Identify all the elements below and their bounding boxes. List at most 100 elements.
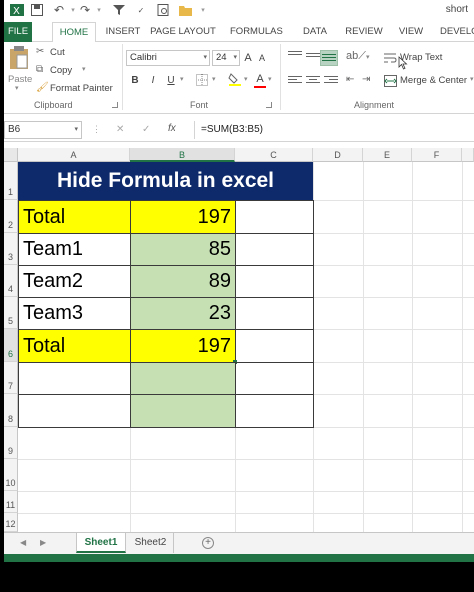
align-center-icon[interactable] [306,76,320,88]
bottom-align-button[interactable] [320,50,338,66]
tab-file[interactable]: FILE [4,22,32,42]
copy-dropdown-icon[interactable]: ▾ [82,65,86,73]
column-header-d[interactable]: D [313,148,363,162]
paste-dropdown-icon[interactable]: ▾ [15,84,19,92]
cell-b8[interactable] [130,394,236,428]
row-header-4[interactable]: 4 [4,265,18,297]
row-header-7[interactable]: 7 [4,362,18,394]
decrease-indent-icon[interactable]: ⇤ [346,74,354,85]
filter-icon[interactable] [112,3,126,17]
align-right-icon[interactable] [324,76,338,88]
enter-formula-icon[interactable]: ✓ [142,124,150,135]
column-header-e[interactable]: E [363,148,412,162]
merge-center-button[interactable]: Merge & Center [400,75,467,86]
cell-a6[interactable]: Total [18,329,131,363]
orientation-dropdown-icon[interactable]: ▾ [366,53,370,61]
orientation-icon[interactable]: ab⟋ [346,50,366,63]
column-header-g[interactable] [462,148,474,162]
cell-c7[interactable] [235,362,314,395]
tab-data[interactable]: DATA [300,22,330,42]
font-color-button[interactable]: A [254,71,266,88]
redo-icon[interactable]: ↷ [78,3,92,17]
tab-insert[interactable]: INSERT [104,22,142,42]
tab-page-layout[interactable]: PAGE LAYOUT [150,22,216,42]
underline-button[interactable]: U [164,73,178,89]
bold-button[interactable]: B [128,73,142,89]
font-name-box[interactable]: Calibri ▾ [126,50,210,66]
tab-formulas[interactable]: FORMULAS [230,22,283,42]
cell-a3[interactable]: Team1 [18,233,131,266]
copy-button[interactable]: Copy [50,65,72,76]
cell-a7[interactable] [18,362,131,395]
customize-qat-icon[interactable]: ▾ [196,3,210,17]
column-header-c[interactable]: C [235,148,313,162]
merge-center-dropdown-icon[interactable]: ▾ [470,75,474,83]
cut-button[interactable]: Cut [50,47,65,58]
font-size-box[interactable]: 24 ▾ [212,50,240,66]
cell-c5[interactable] [235,297,314,330]
sheet-title-cell[interactable]: Hide Formula in excel [18,162,313,200]
row-header-11[interactable]: 11 [4,491,18,513]
cell-c6[interactable] [235,329,314,363]
cell-a2[interactable]: Total [18,200,131,234]
row-header-8[interactable]: 8 [4,394,18,427]
row-header-12[interactable]: 12 [4,513,18,532]
cell-c4[interactable] [235,265,314,298]
redo-dropdown-icon[interactable]: ▾ [92,3,106,17]
cell-c2[interactable] [235,200,314,234]
row-header-5[interactable]: 5 [4,297,18,329]
row-header-3[interactable]: 3 [4,233,18,265]
cell-a5[interactable]: Team3 [18,297,131,330]
row-header-1[interactable]: 1 [4,162,18,200]
fill-color-icon[interactable] [228,72,242,89]
borders-icon[interactable] [196,74,208,89]
cell-c8[interactable] [235,394,314,428]
font-color-dropdown-icon[interactable]: ▾ [268,75,272,83]
spelling-icon[interactable]: ✓ [134,3,148,17]
save-icon[interactable] [30,3,44,17]
row-header-6[interactable]: 6 [4,329,18,362]
tab-view[interactable]: VIEW [398,22,424,42]
cell-a4[interactable]: Team2 [18,265,131,298]
cell-c3[interactable] [235,233,314,266]
format-painter-button[interactable]: Format Painter [50,83,113,94]
name-box[interactable]: B6 ▾ [4,121,82,139]
cell-b4[interactable]: 89 [130,265,236,298]
column-header-a[interactable]: A [18,148,130,162]
row-header-9[interactable]: 9 [4,427,18,459]
add-sheet-icon[interactable]: + [202,537,214,549]
increase-indent-icon[interactable]: ⇥ [362,74,370,85]
prev-sheet-icon[interactable]: ◀ [20,538,26,547]
cell-b2[interactable]: 197 [130,200,236,234]
sheet-tab-sheet2[interactable]: Sheet2 [128,533,174,553]
insert-function-icon[interactable]: fx [168,123,176,134]
cell-b3[interactable]: 85 [130,233,236,266]
tab-home[interactable]: HOME [52,22,96,43]
column-header-b[interactable]: B [130,148,235,162]
font-launcher-icon[interactable] [266,102,272,108]
cell-b5[interactable]: 23 [130,297,236,330]
align-left-icon[interactable] [288,76,302,88]
undo-icon[interactable]: ↶ [52,3,66,17]
fill-color-dropdown-icon[interactable]: ▾ [244,75,248,83]
font-size-dropdown-icon[interactable]: ▾ [233,51,237,65]
cell-b7[interactable] [130,362,236,395]
row-header-2[interactable]: 2 [4,200,18,233]
underline-dropdown-icon[interactable]: ▾ [180,75,184,83]
tab-developer[interactable]: DEVELO [440,22,474,42]
name-box-dropdown-icon[interactable]: ▾ [74,122,78,138]
middle-align-icon[interactable] [306,53,320,65]
column-header-f[interactable]: F [412,148,462,162]
worksheet-grid[interactable]: A B C D E F 1 2 3 4 5 6 7 8 9 10 11 12 H… [4,148,474,532]
sheet-tab-sheet1[interactable]: Sheet1 [76,533,126,553]
select-all-button[interactable] [4,148,18,162]
cancel-formula-icon[interactable]: ✕ [116,124,124,135]
shrink-font-button[interactable]: A [256,50,268,66]
open-folder-icon[interactable] [178,3,192,17]
cell-b6[interactable]: 197 [130,329,236,363]
row-header-10[interactable]: 10 [4,459,18,491]
borders-dropdown-icon[interactable]: ▾ [212,75,216,83]
cell-a8[interactable] [18,394,131,428]
paste-button[interactable]: Paste ▾ [6,44,32,94]
grow-font-button[interactable]: A [242,50,254,66]
